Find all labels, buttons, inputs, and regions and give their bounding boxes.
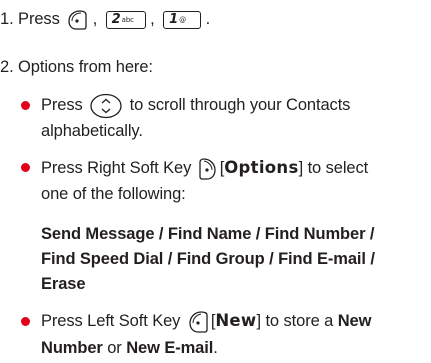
bullet-dot-2 <box>21 163 30 172</box>
options-list-line-3-text: Erase <box>41 275 86 293</box>
bullet-3-line-2: Number or New E-mail. <box>41 338 218 358</box>
step-1-end: . <box>205 10 211 28</box>
step-1-text: Press <box>18 10 60 28</box>
bullet-dot-3 <box>21 317 30 326</box>
key-2-icon: 2abc <box>105 10 146 29</box>
bullet-1-post: to scroll through your Contacts <box>129 96 351 114</box>
bullet-2-line-1: Press Right Soft Key [Options] to select <box>41 154 368 182</box>
new-key-label: New <box>215 311 257 330</box>
options-list-line-1-text: Send Message / Find Name / Find Number / <box>41 225 375 243</box>
bullet-2-post: to select <box>307 159 369 177</box>
key-1-digit: 1 <box>169 11 179 27</box>
options-list-line-2: Find Speed Dial / Find Group / Find E-ma… <box>41 249 375 269</box>
bullet-dot-1 <box>21 101 30 110</box>
bullet-3-end: . <box>213 339 218 357</box>
step-2-number: 2. <box>0 58 14 76</box>
options-list-line-1: Send Message / Find Name / Find Number / <box>41 224 375 244</box>
step-1-sep-2: , <box>150 10 155 28</box>
bullet-3-bracket-close: ] <box>256 312 261 330</box>
bullet-3-or: or <box>107 339 122 357</box>
bullet-2-line-2-text: one of the following: <box>41 185 186 203</box>
options-key-label: Options <box>224 158 299 177</box>
left-soft-key-icon <box>66 9 88 31</box>
step-1: 1. Press , 2abc , 1@ . <box>0 6 210 32</box>
bullet-1-line-2-text: alphabetically. <box>41 122 143 140</box>
nav-key-icon <box>89 93 123 119</box>
bullet-3-mid: to store a <box>265 312 334 330</box>
right-soft-key-icon <box>198 157 218 181</box>
key-1-letters: @ <box>179 15 186 24</box>
bullet-2-pre: Press Right Soft Key <box>41 159 192 177</box>
bullet-3-line-1: Press Left Soft Key [New] to store a New <box>41 307 371 335</box>
key-2-letters: abc <box>121 15 134 24</box>
key-2-digit: 2 <box>111 11 121 27</box>
key-1-icon: 1@ <box>163 10 202 29</box>
left-soft-key-icon-2 <box>187 310 209 334</box>
bullet-1-pre: Press <box>41 96 83 114</box>
bullet-1-line-2: alphabetically. <box>41 121 143 141</box>
options-list-line-2-text: Find Speed Dial / Find Group / Find E-ma… <box>41 250 375 268</box>
bullet-3-pre: Press Left Soft Key <box>41 312 181 330</box>
step-1-number: 1. <box>0 10 14 28</box>
bullet-1-line-1: Press to scroll through your Contacts <box>41 90 350 120</box>
step-2-text: Options from here: <box>18 58 153 76</box>
options-list-line-3: Erase <box>41 274 86 294</box>
bullet-2-line-2: one of the following: <box>41 184 186 204</box>
step-2: 2. Options from here: <box>0 57 153 77</box>
bullet-3-number-bold: Number <box>41 339 103 357</box>
manual-page: 1. Press , 2abc , 1@ . 2. Options from h… <box>0 0 431 363</box>
bullet-2-bracket-close: ] <box>298 159 304 177</box>
step-1-sep-1: , <box>92 10 98 28</box>
bullet-3-new-email-bold: New E-mail <box>126 339 214 357</box>
bullet-3-new-bold: New <box>337 312 372 330</box>
